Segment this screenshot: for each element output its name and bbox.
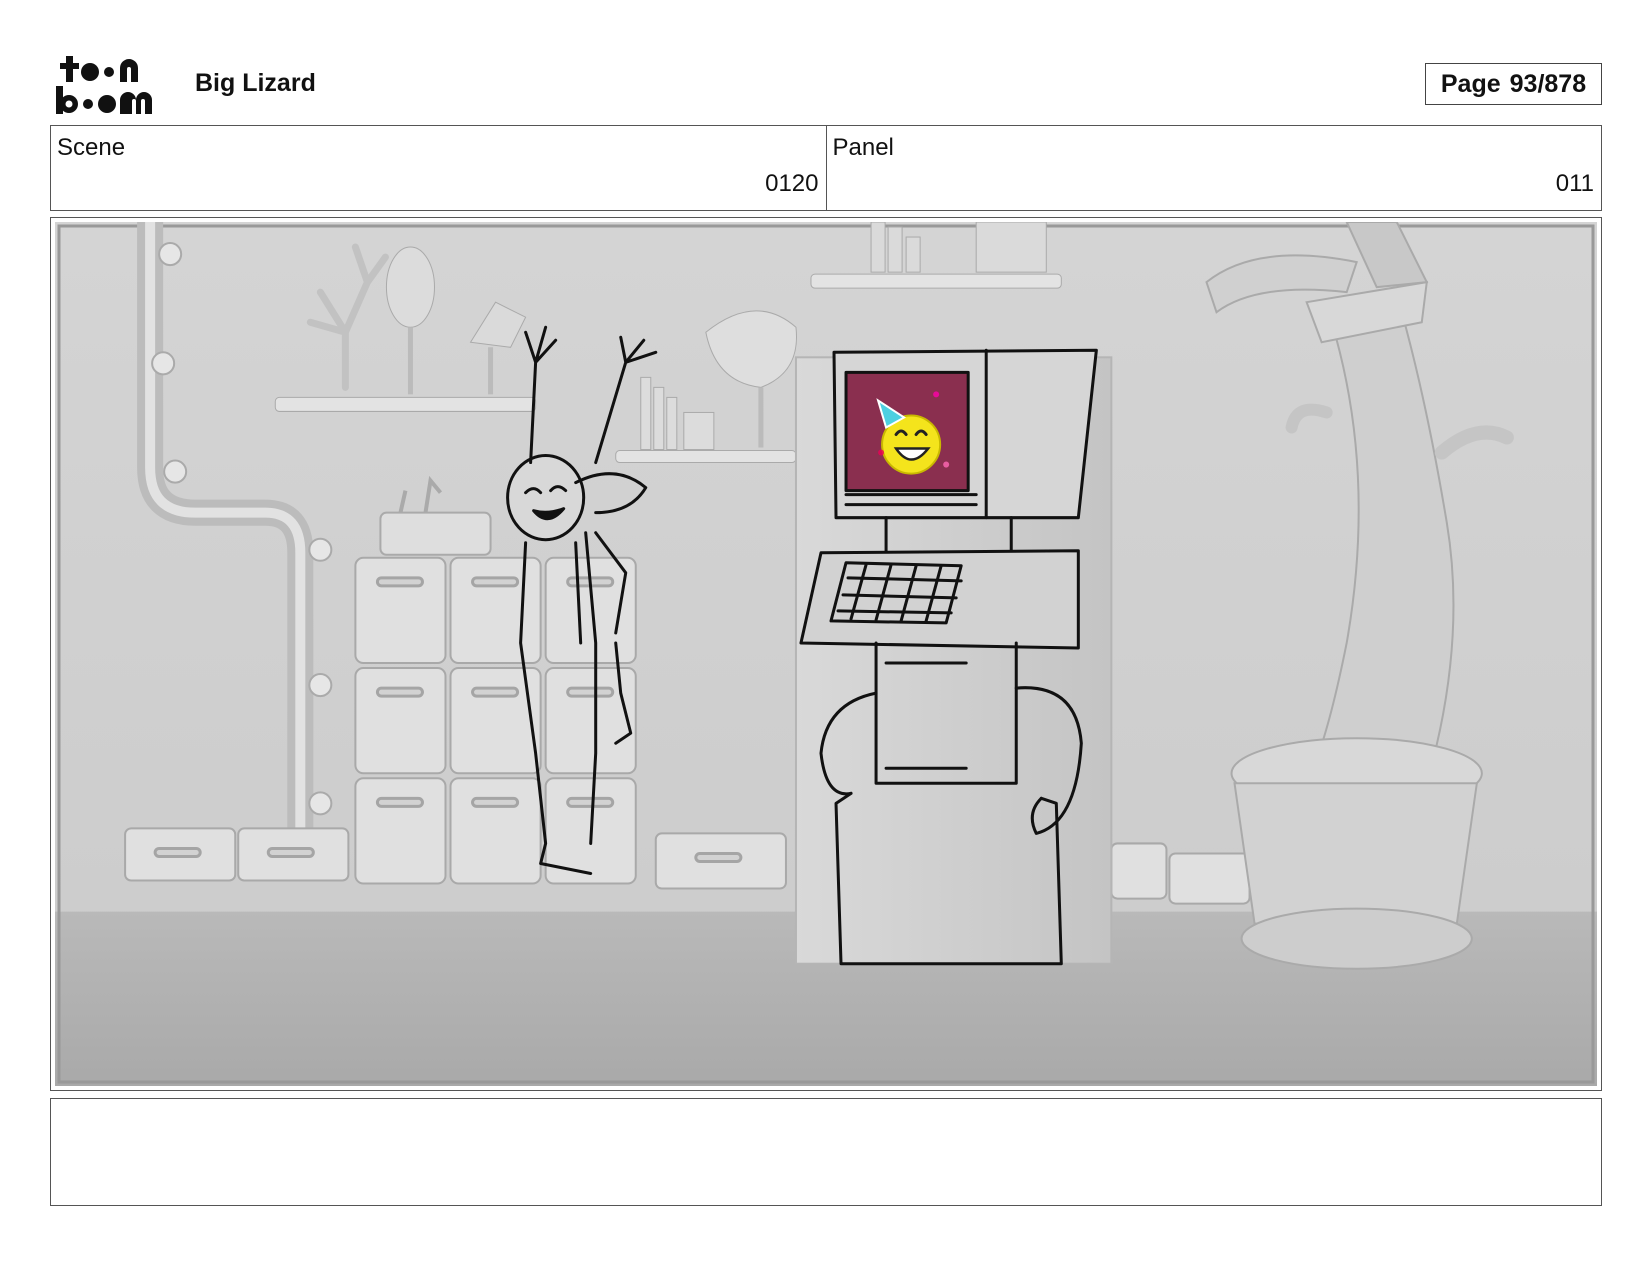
page-indicator: Page 93/878 — [1425, 63, 1602, 105]
page-number: 93/878 — [1509, 69, 1587, 98]
plant-pot — [1233, 782, 1478, 925]
panel-label: Panel — [832, 134, 894, 161]
panel-cell: Panel 011 — [825, 126, 1602, 210]
storyboard-frame — [50, 217, 1602, 1091]
scene-number: 0120 — [765, 170, 819, 197]
page-label: Page — [1440, 69, 1501, 98]
panel-number: 011 — [1555, 170, 1594, 197]
notes-box — [50, 1098, 1602, 1206]
panel-drawing — [55, 222, 1597, 1086]
scene-label: Scene — [57, 134, 126, 161]
scene-cell: Scene 0120 — [51, 126, 826, 210]
scene-panel-row: Scene 0120 Panel 011 — [50, 125, 1602, 211]
toon-boom-logo — [54, 54, 172, 116]
project-title: Big Lizard — [195, 69, 316, 97]
